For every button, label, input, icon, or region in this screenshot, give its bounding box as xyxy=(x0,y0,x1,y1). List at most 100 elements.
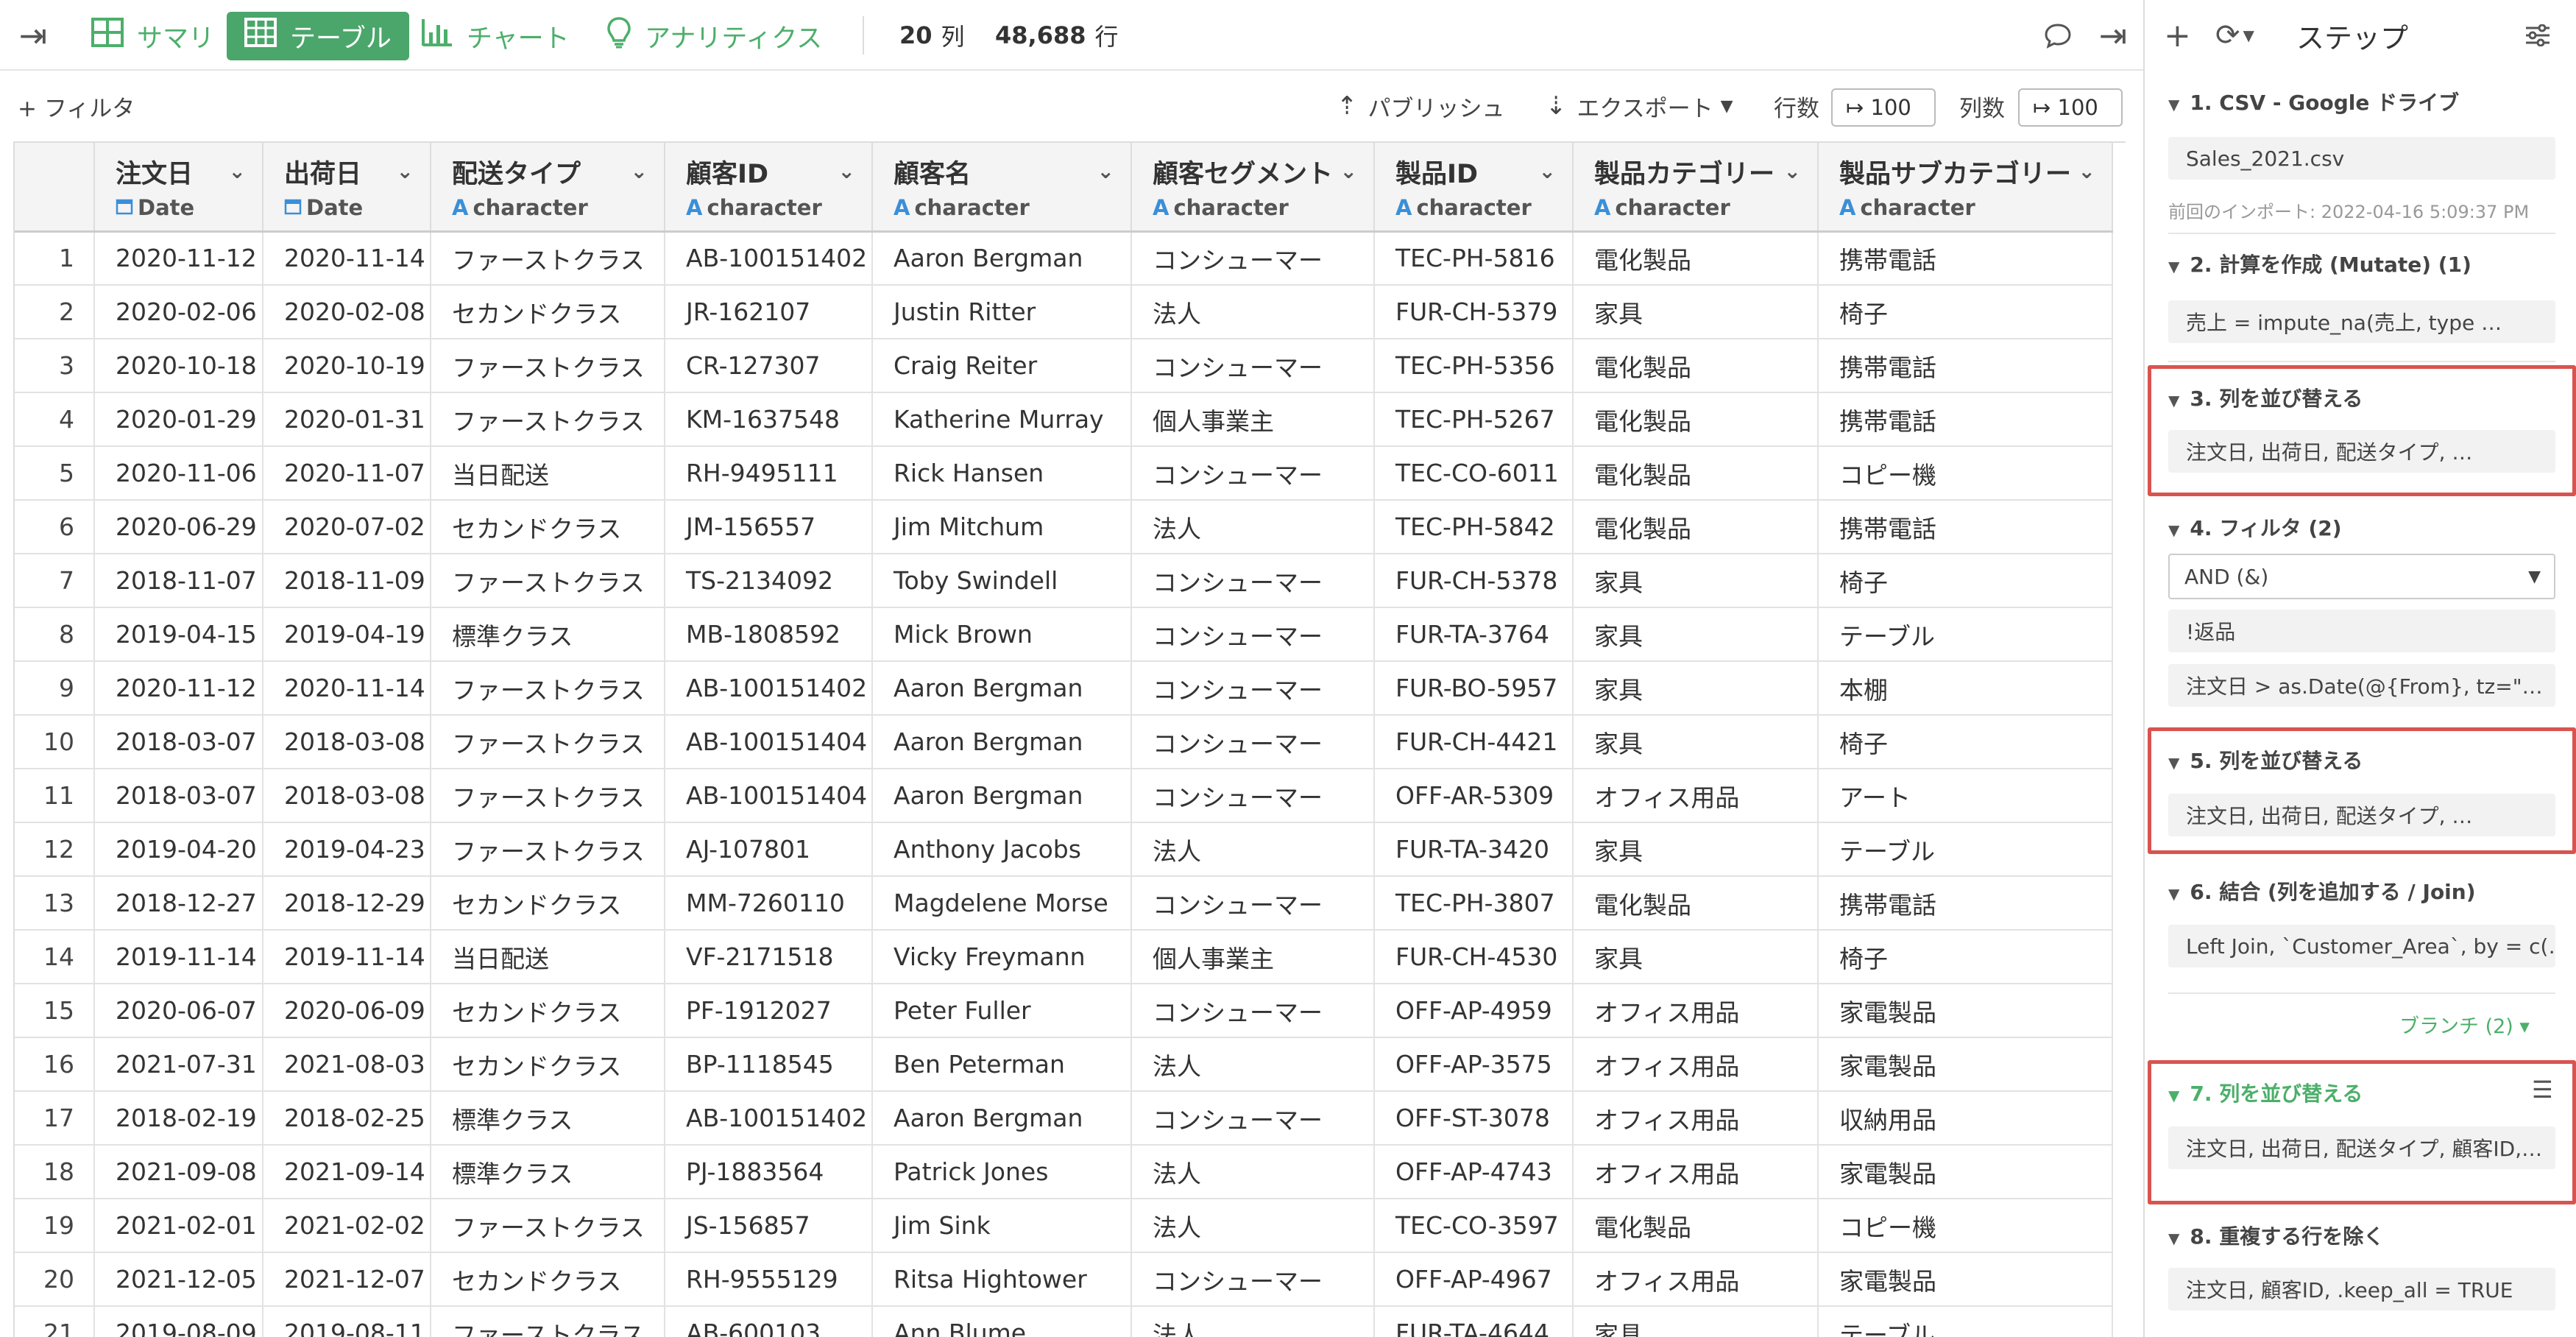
table-cell[interactable]: 電化製品 xyxy=(1573,446,1819,501)
table-cell[interactable]: Aaron Bergman xyxy=(872,715,1132,769)
table-cell[interactable]: Patrick Jones xyxy=(872,1145,1132,1199)
table-cell[interactable]: KM-1637548 xyxy=(665,392,873,447)
table-cell[interactable]: 2020-11-14 xyxy=(263,231,431,286)
step-4-title[interactable]: ▼ 4. フィルタ (2) xyxy=(2168,512,2342,542)
table-cell[interactable]: 2021-07-31 xyxy=(94,1037,263,1092)
table-row[interactable]: 8 2019-04-15 2019-04-19 標準クラス MB-1808592 Mick… xyxy=(15,607,2113,662)
column-header[interactable]: 出荷日 Date ⌄ xyxy=(263,143,431,233)
table-cell[interactable]: 2018-11-07 xyxy=(94,554,263,608)
table-cell[interactable]: 本棚 xyxy=(1818,661,2113,716)
chevron-down-icon[interactable]: ⌄ xyxy=(1097,159,1114,183)
table-row[interactable]: 20 2021-12-05 2021-12-07 セカンドクラス RH-9555129 R… xyxy=(15,1252,2113,1307)
table-cell[interactable]: 2019-04-15 xyxy=(94,607,263,662)
table-row[interactable]: 10 2018-03-07 2018-03-08 ファーストクラス AB-1001514… xyxy=(15,715,2113,769)
table-cell[interactable]: 当日配送 xyxy=(431,446,665,501)
table-cell[interactable]: オフィス用品 xyxy=(1573,1252,1819,1307)
table-cell[interactable]: 携帯電話 xyxy=(1818,392,2113,447)
table-cell[interactable]: FUR-BO-5957 xyxy=(1374,661,1574,716)
table-row[interactable]: 14 2019-11-14 2019-11-14 当日配送 VF-2171518 Vick… xyxy=(15,930,2113,984)
table-cell[interactable]: OFF-ST-3078 xyxy=(1374,1091,1574,1146)
table-cell[interactable]: AB-600103 xyxy=(665,1306,873,1337)
column-header[interactable]: 注文日 Date ⌄ xyxy=(94,143,263,233)
table-cell[interactable]: コンシューマー xyxy=(1131,554,1375,608)
table-cell[interactable]: 携帯電話 xyxy=(1818,500,2113,554)
table-cell[interactable]: AB-100151404 xyxy=(665,769,873,823)
table-cell[interactable]: コンシューマー xyxy=(1131,661,1375,716)
menu-icon[interactable]: ☰ xyxy=(2532,1054,2553,1125)
table-cell[interactable]: 家具 xyxy=(1573,1306,1819,1337)
table-cell[interactable]: 2019-08-09 xyxy=(94,1306,263,1337)
table-cell[interactable]: OFF-AR-5309 xyxy=(1374,769,1574,823)
table-cell[interactable]: 2020-11-12 xyxy=(94,231,263,286)
table-cell[interactable]: ファーストクラス xyxy=(431,339,665,393)
column-header[interactable]: 製品カテゴリー Acharacter ⌄ xyxy=(1573,143,1819,233)
table-cell[interactable]: Peter Fuller xyxy=(872,984,1132,1038)
table-cell[interactable]: Aaron Bergman xyxy=(872,231,1132,286)
table-row[interactable]: 3 2020-10-18 2020-10-19 ファーストクラス CR-127307 Cr… xyxy=(15,339,2113,393)
table-cell[interactable]: 家具 xyxy=(1573,661,1819,716)
table-cell[interactable]: 椅子 xyxy=(1818,930,2113,984)
table-cell[interactable]: テーブル xyxy=(1818,822,2113,877)
table-cell[interactable]: 椅子 xyxy=(1818,715,2113,769)
table-cell[interactable]: FUR-CH-4421 xyxy=(1374,715,1574,769)
table-cell[interactable]: 2018-03-07 xyxy=(94,769,263,823)
export-button[interactable]: ⇣ エクスポート ▼ xyxy=(1546,71,1733,141)
step-4-logic-select[interactable]: AND (&) ▼ xyxy=(2168,554,2555,599)
table-cell[interactable]: 2020-11-12 xyxy=(94,661,263,716)
table-cell[interactable]: 2018-03-08 xyxy=(263,715,431,769)
table-cell[interactable]: 法人 xyxy=(1131,822,1375,877)
table-cell[interactable]: TEC-PH-5842 xyxy=(1374,500,1574,554)
table-cell[interactable]: 2020-11-14 xyxy=(263,661,431,716)
column-header[interactable]: 顧客ID Acharacter ⌄ xyxy=(665,143,873,233)
step-7-content[interactable]: 注文日, 出荷日, 配送タイプ, 顧客ID,… xyxy=(2168,1126,2555,1169)
table-cell[interactable]: ファーストクラス xyxy=(431,1306,665,1337)
table-row[interactable]: 15 2020-06-07 2020-06-09 セカンドクラス PF-1912027 P… xyxy=(15,984,2113,1038)
table-cell[interactable]: 携帯電話 xyxy=(1818,876,2113,931)
chevron-down-icon[interactable]: ⌄ xyxy=(631,159,648,183)
refresh-icon[interactable]: ⟳ ▼ xyxy=(2215,0,2254,71)
table-cell[interactable]: 椅子 xyxy=(1818,554,2113,608)
table-cell[interactable]: TEC-CO-6011 xyxy=(1374,446,1574,501)
table-cell[interactable]: RH-9495111 xyxy=(665,446,873,501)
step-8-title[interactable]: ▼ 8. 重複する行を除く xyxy=(2168,1221,2384,1250)
table-cell[interactable]: コンシューマー xyxy=(1131,715,1375,769)
table-cell[interactable]: コピー機 xyxy=(1818,446,2113,501)
table-cell[interactable]: 電化製品 xyxy=(1573,339,1819,393)
table-cell[interactable]: 電化製品 xyxy=(1573,876,1819,931)
step-4-filter-1[interactable]: !返品 xyxy=(2168,610,2555,652)
table-cell[interactable]: Magdelene Morse xyxy=(872,876,1132,931)
table-cell[interactable]: セカンドクラス xyxy=(431,984,665,1038)
table-cell[interactable]: セカンドクラス xyxy=(431,285,665,339)
table-cell[interactable]: TEC-PH-3807 xyxy=(1374,876,1574,931)
table-cell[interactable]: コピー機 xyxy=(1818,1199,2113,1253)
table-row[interactable]: 18 2021-09-08 2021-09-14 標準クラス PJ-1883564 Pat… xyxy=(15,1145,2113,1199)
settings-sliders-icon[interactable] xyxy=(2524,0,2551,71)
table-row[interactable]: 6 2020-06-29 2020-07-02 セカンドクラス JM-156557 Jim… xyxy=(15,500,2113,554)
chevron-down-icon[interactable]: ⌄ xyxy=(1784,159,1801,183)
table-cell[interactable]: 2020-07-02 xyxy=(263,500,431,554)
table-cell[interactable]: 2020-06-29 xyxy=(94,500,263,554)
table-cell[interactable]: PJ-1883564 xyxy=(665,1145,873,1199)
step-6-content[interactable]: Left Join, `Customer_Area`, by = c(… xyxy=(2168,925,2555,967)
table-cell[interactable]: JS-156857 xyxy=(665,1199,873,1253)
publish-button[interactable]: ⇡ パブリッシュ xyxy=(1337,71,1505,141)
step-6-title[interactable]: ▼ 6. 結合 (列を追加する / Join) xyxy=(2168,876,2476,906)
table-cell[interactable]: Ben Peterman xyxy=(872,1037,1132,1092)
tab-table[interactable]: テーブル xyxy=(227,12,409,60)
table-cell[interactable]: 家具 xyxy=(1573,285,1819,339)
table-cell[interactable]: 2020-02-08 xyxy=(263,285,431,339)
tab-summary[interactable]: サマリ xyxy=(74,12,232,60)
table-cell[interactable]: 2020-06-07 xyxy=(94,984,263,1038)
table-cell[interactable]: ファーストクラス xyxy=(431,554,665,608)
table-cell[interactable]: 椅子 xyxy=(1818,285,2113,339)
table-cell[interactable]: 標準クラス xyxy=(431,1145,665,1199)
table-cell[interactable]: 2018-03-07 xyxy=(94,715,263,769)
step-2-content[interactable]: 売上 = impute_na(売上, type … xyxy=(2168,300,2555,343)
chevron-down-icon[interactable]: ⌄ xyxy=(229,159,246,183)
table-cell[interactable]: TS-2134092 xyxy=(665,554,873,608)
table-cell[interactable]: コンシューマー xyxy=(1131,984,1375,1038)
step-8-content[interactable]: 注文日, 顧客ID, .keep_all = TRUE xyxy=(2168,1268,2555,1310)
table-cell[interactable]: 家具 xyxy=(1573,715,1819,769)
table-cell[interactable]: 2018-03-08 xyxy=(263,769,431,823)
table-cell[interactable]: Katherine Murray xyxy=(872,392,1132,447)
